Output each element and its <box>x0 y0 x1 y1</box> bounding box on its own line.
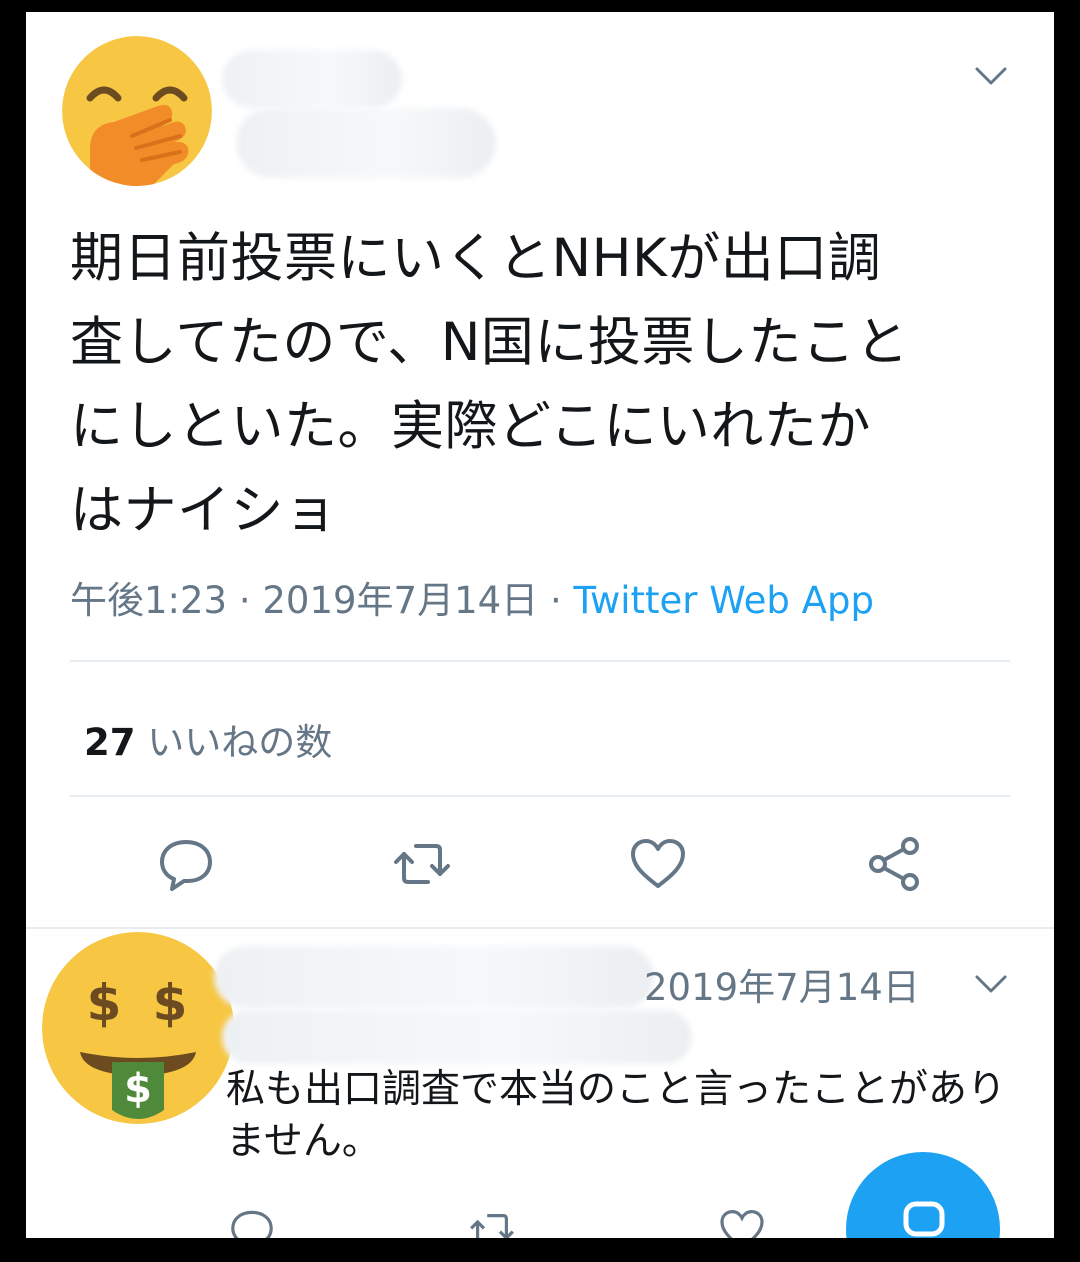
face-with-hand-over-mouth-icon <box>62 36 212 186</box>
heart-icon <box>631 839 685 888</box>
author-avatar[interactable] <box>62 36 212 186</box>
tweet-text: 期日前投票にいくとNHKが出口調 査してたので、N国に投票したこと にしといた。… <box>70 217 1030 553</box>
chevron-down-icon[interactable] <box>974 972 1008 996</box>
likes-count: 27 <box>84 721 136 764</box>
meta-separator: · <box>538 579 574 622</box>
reply-text: 私も出口調査で本当のこと言ったことがありません。 <box>226 1067 1007 1164</box>
tweet-date: 2019年7月14日 <box>262 579 539 622</box>
reply-date: 2019年7月14日 <box>644 966 920 1009</box>
reply-icon <box>160 840 212 891</box>
chevron-down-icon[interactable] <box>974 64 1008 88</box>
retweet-button[interactable] <box>392 834 452 894</box>
reply-button[interactable] <box>156 834 216 894</box>
redacted-username <box>214 946 654 1008</box>
tweet-line: 査してたので、N国に投票したこと <box>70 312 909 373</box>
tweet-line: にしといた。実際どこにいれたか <box>70 396 871 457</box>
meta-separator: · <box>227 579 263 622</box>
divider <box>70 660 1010 662</box>
svg-text:$: $ <box>124 1066 152 1112</box>
divider <box>70 795 1010 797</box>
tweet-line: はナイショ <box>70 480 338 541</box>
tweet-line: 期日前投票にいくとNHKが出口調 <box>70 228 882 289</box>
money-mouth-face-icon: $ $ $ <box>42 932 234 1124</box>
redacted-handle <box>236 108 496 178</box>
share-button[interactable] <box>864 834 924 894</box>
likes-summary[interactable]: 27 いいねの数 <box>84 712 332 766</box>
svg-text:$: $ <box>153 974 188 1032</box>
tweet-meta: 午後1:23 · 2019年7月14日 · Twitter Web App <box>70 570 874 624</box>
retweet-button[interactable] <box>468 1206 516 1238</box>
divider <box>26 927 1054 929</box>
retweet-icon <box>394 844 450 884</box>
share-icon <box>869 837 919 891</box>
retweet-icon <box>470 1214 514 1238</box>
reply-button[interactable] <box>228 1206 276 1238</box>
tweet-detail-view: 期日前投票にいくとNHKが出口調 査してたので、N国に投票したこと にしといた。… <box>26 12 1054 1238</box>
reply-author-avatar[interactable]: $ $ $ <box>42 932 234 1124</box>
heart-icon <box>720 1209 764 1238</box>
redacted-username <box>222 50 402 108</box>
tweet-source-link[interactable]: Twitter Web App <box>573 579 873 622</box>
svg-text:$: $ <box>87 974 122 1032</box>
reply-icon <box>231 1210 273 1238</box>
like-button[interactable] <box>718 1206 766 1238</box>
tweet-time: 午後1:23 <box>70 579 228 622</box>
likes-label: いいねの数 <box>147 721 333 764</box>
like-button[interactable] <box>628 834 688 894</box>
compose-icon <box>903 1201 945 1237</box>
redacted-handle <box>222 1010 692 1064</box>
